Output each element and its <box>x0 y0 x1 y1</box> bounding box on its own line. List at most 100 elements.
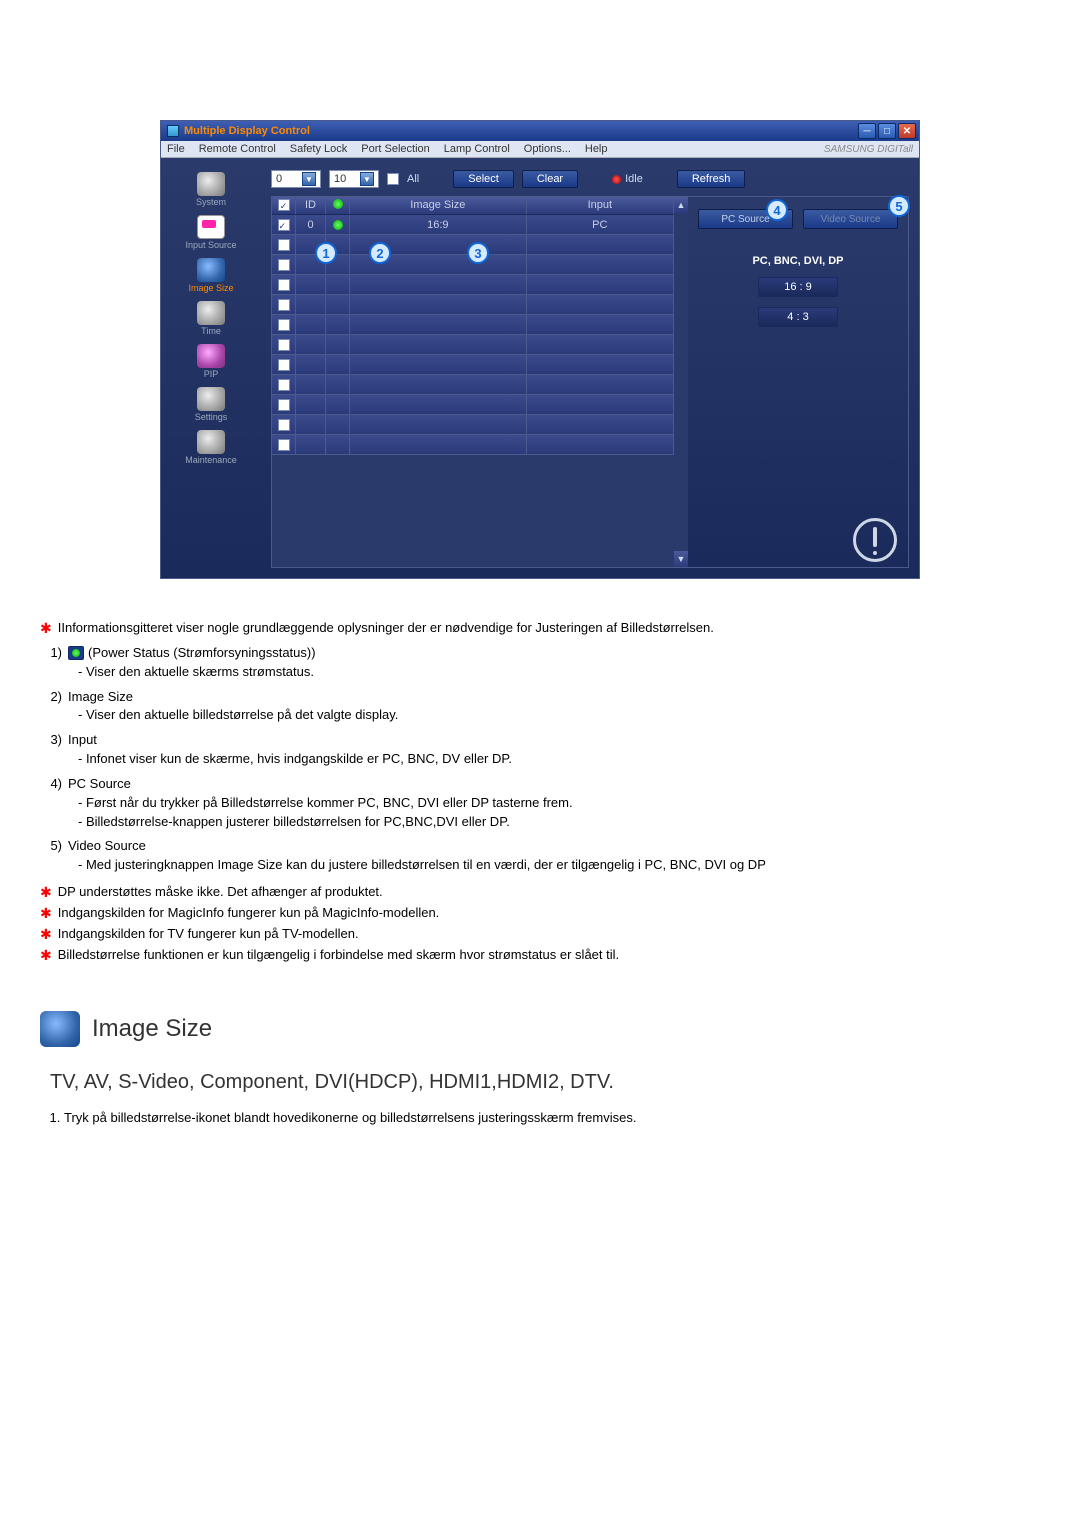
table-row <box>272 355 674 375</box>
header-id: ID <box>296 197 326 214</box>
table-row <box>272 275 674 295</box>
scroll-up-icon[interactable]: ▲ <box>674 197 688 213</box>
section-heading-text: Image Size <box>92 1015 212 1043</box>
menubar: File Remote Control Safety Lock Port Sel… <box>161 141 919 158</box>
system-icon[interactable] <box>197 172 225 196</box>
refresh-button[interactable]: Refresh <box>677 170 746 188</box>
image-size-icon[interactable] <box>197 258 225 282</box>
star-icon: ✱ <box>40 883 52 901</box>
close-button[interactable]: ✕ <box>898 123 916 139</box>
maintenance-icon[interactable] <box>197 430 225 454</box>
menu-port-selection[interactable]: Port Selection <box>361 143 429 155</box>
power-status-header-icon <box>333 199 343 209</box>
minimize-button[interactable]: ─ <box>858 123 876 139</box>
note-dp: DP understøttes måske ikke. Det afhænger… <box>58 883 383 902</box>
ratio-16-9-button[interactable]: 16 : 9 <box>758 277 838 297</box>
sidebar-item-settings[interactable]: Settings <box>195 412 228 422</box>
settings-icon[interactable] <box>197 387 225 411</box>
time-icon[interactable] <box>197 301 225 325</box>
sidebar-item-time[interactable]: Time <box>201 326 221 336</box>
row-checkbox[interactable] <box>278 339 290 351</box>
list-number: 2) <box>40 688 62 726</box>
source-panel: PC Source Video Source PC, BNC, DVI, DP … <box>688 197 908 567</box>
table-row <box>272 315 674 335</box>
info-watermark-icon <box>853 518 897 562</box>
row-checkbox[interactable] <box>278 299 290 311</box>
maximize-button[interactable]: □ <box>878 123 896 139</box>
all-label: All <box>407 173 419 185</box>
menu-file[interactable]: File <box>167 143 185 155</box>
sidebar-item-image-size[interactable]: Image Size <box>188 283 233 293</box>
list-number: 5) <box>40 837 62 875</box>
section-subheading: TV, AV, S-Video, Component, DVI(HDCP), H… <box>50 1071 1040 1094</box>
pip-icon[interactable] <box>197 344 225 368</box>
app-window: Multiple Display Control ─ □ ✕ File Remo… <box>160 120 920 579</box>
clear-button[interactable]: Clear <box>522 170 578 188</box>
scroll-down-icon[interactable]: ▼ <box>674 551 688 567</box>
table-row <box>272 395 674 415</box>
item4-title: PC Source <box>68 776 131 791</box>
menu-safety-lock[interactable]: Safety Lock <box>290 143 347 155</box>
app-icon <box>167 125 179 137</box>
section-ol: Tryk på billedstørrelse-ikonet blandt ho… <box>40 1110 1040 1125</box>
row-checkbox[interactable] <box>278 439 290 451</box>
item3-sub: - Infonet viser kun de skærme, hvis indg… <box>78 750 1040 769</box>
note-tv: Indgangskilden for TV fungerer kun på TV… <box>58 925 359 944</box>
select-button[interactable]: Select <box>453 170 514 188</box>
table-row <box>272 415 674 435</box>
header-image-size: Image Size <box>350 197 527 214</box>
table-row <box>272 375 674 395</box>
callout-5: 5 <box>888 195 910 217</box>
input-source-icon[interactable] <box>197 215 225 239</box>
cell-id: 0 <box>296 215 326 234</box>
row-checkbox[interactable] <box>278 319 290 331</box>
ratio-4-3-button[interactable]: 4 : 3 <box>758 307 838 327</box>
section-heading: Image Size <box>40 1011 1040 1047</box>
menu-options[interactable]: Options... <box>524 143 571 155</box>
item2-title: Image Size <box>68 689 133 704</box>
callout-2: 2 <box>369 242 391 264</box>
item5-title: Video Source <box>68 838 146 853</box>
row-checkbox[interactable] <box>278 239 290 251</box>
row-checkbox[interactable] <box>278 279 290 291</box>
idle-light-icon <box>612 175 621 184</box>
list-number: 4) <box>40 775 62 832</box>
video-source-button[interactable]: Video Source <box>803 209 898 229</box>
row-checkbox[interactable] <box>278 359 290 371</box>
row-checkbox[interactable] <box>278 259 290 271</box>
description-text: ✱IInformationsgitteret viser nogle grund… <box>40 619 1040 965</box>
row-checkbox[interactable] <box>278 399 290 411</box>
workarea: System Input Source Image Size Time PIP … <box>161 158 919 578</box>
menu-help[interactable]: Help <box>585 143 608 155</box>
titlebar: Multiple Display Control ─ □ ✕ <box>161 121 919 141</box>
item2-sub: - Viser den aktuelle billedstørrelse på … <box>78 706 1040 725</box>
sidebar-item-system[interactable]: System <box>196 197 226 207</box>
range-from-select[interactable]: 0▼ <box>271 170 321 188</box>
header-checkbox[interactable] <box>278 199 290 211</box>
range-to-value: 10 <box>334 173 346 185</box>
table-row[interactable]: 0 16:9 PC <box>272 215 674 235</box>
callout-4: 4 <box>766 199 788 221</box>
scrollbar[interactable]: ▲ ▼ <box>674 197 688 567</box>
cell-image-size: 16:9 <box>350 215 527 234</box>
menu-lamp-control[interactable]: Lamp Control <box>444 143 510 155</box>
item1-title: (Power Status (Strømforsyningsstatus)) <box>88 645 316 660</box>
sidebar-item-pip[interactable]: PIP <box>204 369 219 379</box>
table-row <box>272 435 674 455</box>
range-to-select[interactable]: 10▼ <box>329 170 379 188</box>
callout-3: 3 <box>467 242 489 264</box>
sidebar-item-input-source[interactable]: Input Source <box>185 240 236 250</box>
toolbar: 0▼ 10▼ All Select Clear Idle Refresh <box>271 170 909 188</box>
main-pane: 0▼ 10▼ All Select Clear Idle Refresh ID <box>261 158 919 578</box>
row-checkbox[interactable] <box>278 379 290 391</box>
power-status-icon <box>68 646 84 660</box>
star-icon: ✱ <box>40 946 52 964</box>
row-checkbox[interactable] <box>278 419 290 431</box>
all-checkbox[interactable] <box>387 173 399 185</box>
range-from-value: 0 <box>276 173 282 185</box>
menu-remote-control[interactable]: Remote Control <box>199 143 276 155</box>
source-section-label: PC, BNC, DVI, DP <box>698 255 898 267</box>
row-checkbox[interactable] <box>278 219 290 231</box>
chevron-down-icon: ▼ <box>302 172 316 186</box>
sidebar-item-maintenance[interactable]: Maintenance <box>185 455 237 465</box>
